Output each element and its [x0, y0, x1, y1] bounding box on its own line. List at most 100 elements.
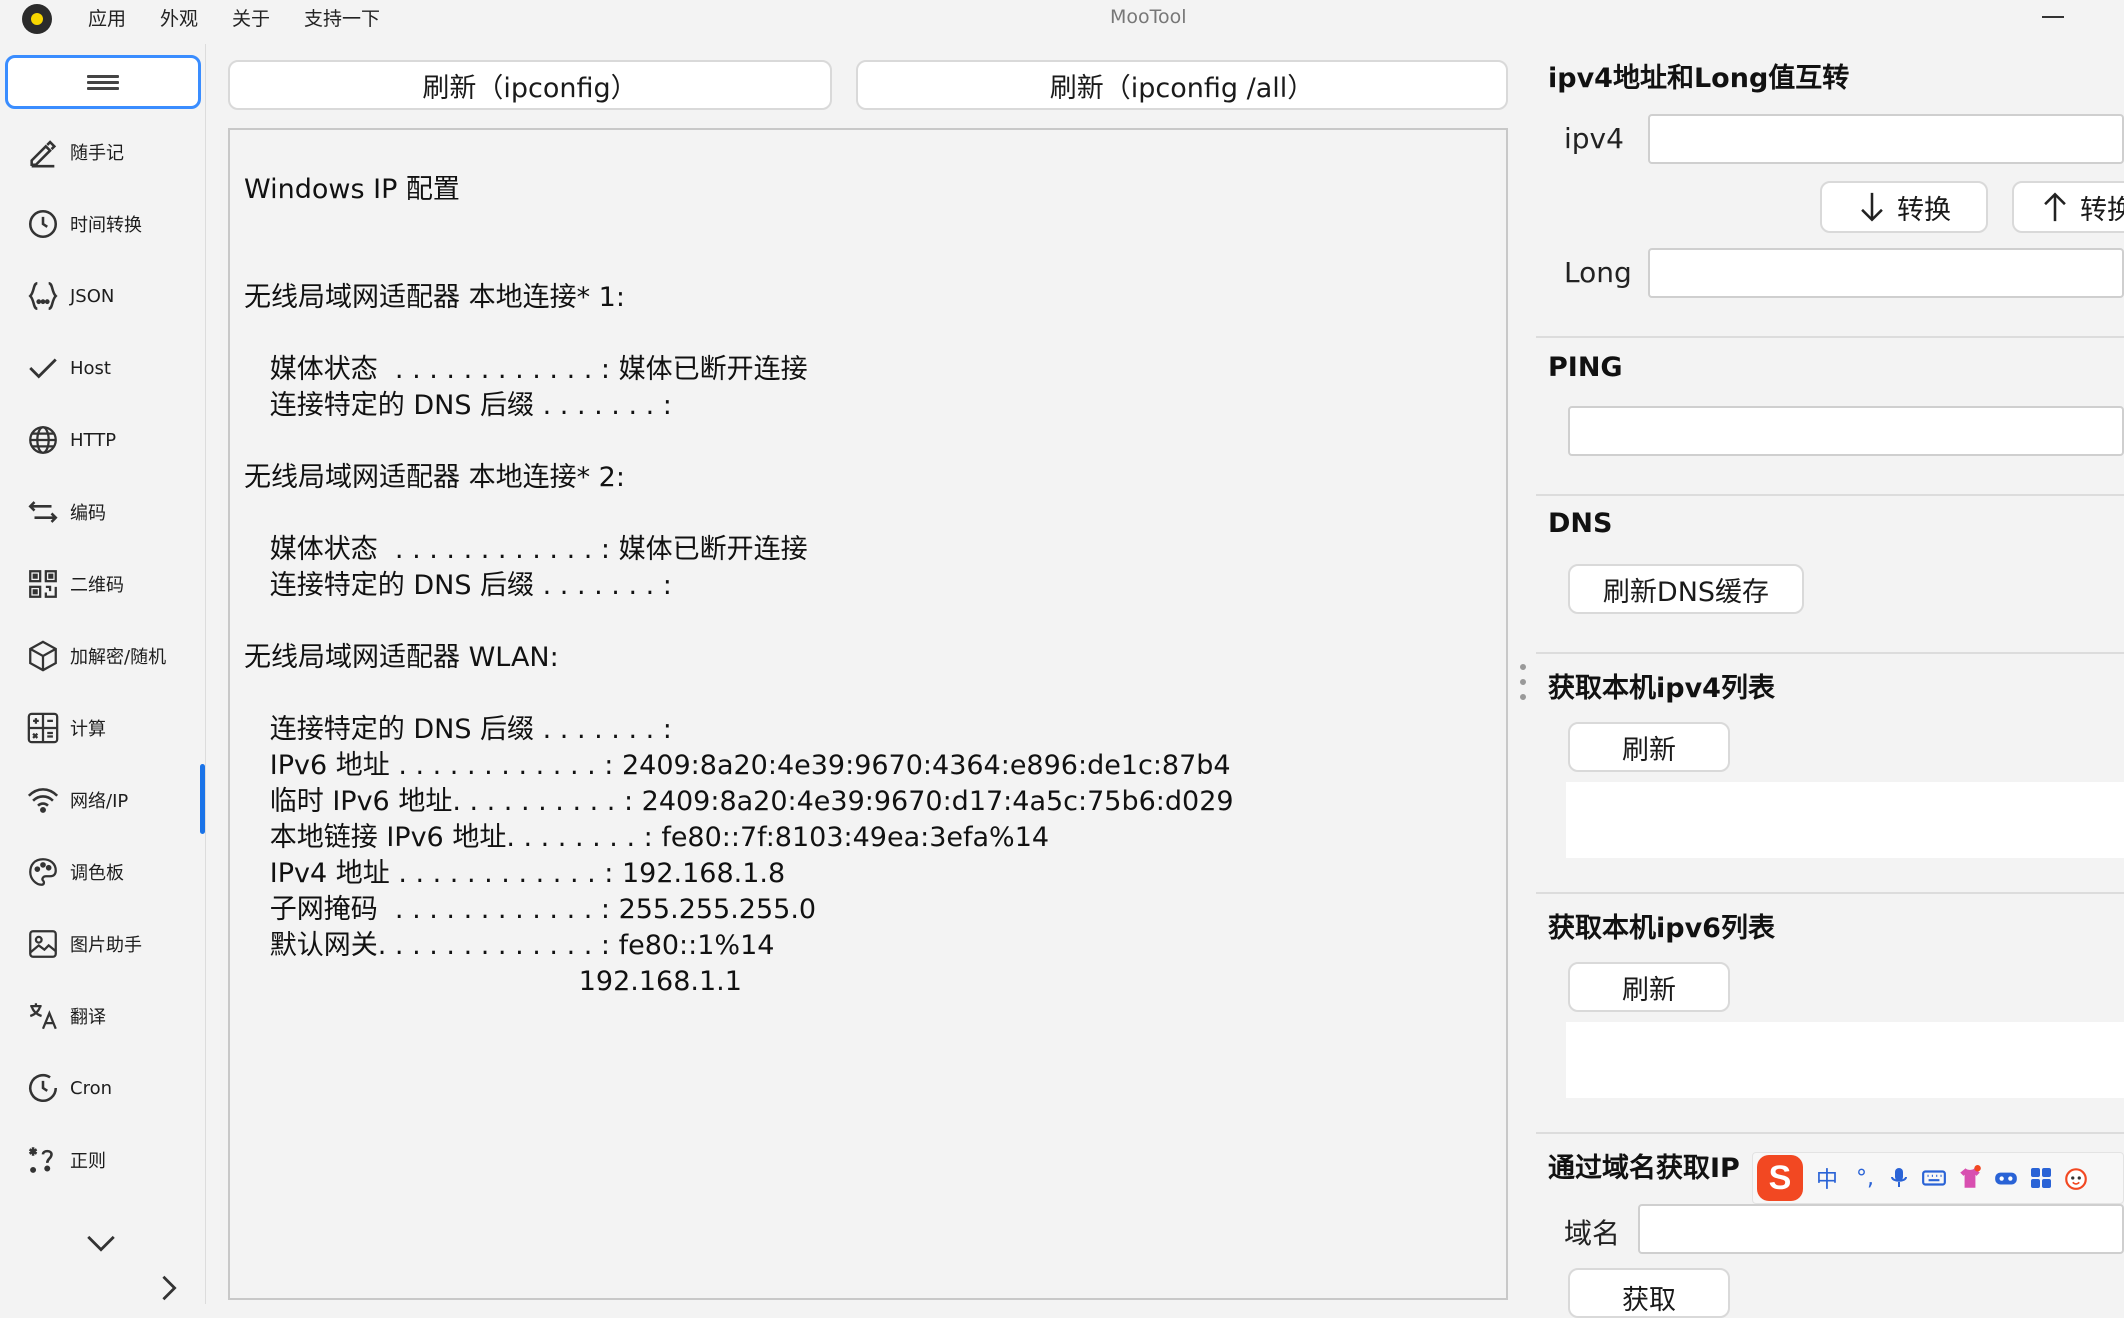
sidebar-item-network-ip[interactable]: 网络/IP: [0, 770, 200, 830]
section-divider: [1536, 494, 2124, 496]
refresh-ipconfig-button[interactable]: 刷新（ipconfig）: [228, 60, 832, 110]
sidebar-item-host[interactable]: Host: [0, 338, 200, 398]
braces-icon: [28, 281, 58, 311]
pencil-icon: [30, 140, 57, 168]
translate-icon: [29, 1003, 57, 1030]
sidebar-item-label: 翻译: [70, 1007, 106, 1028]
panel-splitter-handle[interactable]: [1518, 664, 1528, 700]
ping-input[interactable]: [1568, 406, 2124, 456]
image-icon: [29, 930, 57, 958]
checkmark-icon: [29, 358, 57, 379]
sidebar-item-palette[interactable]: 调色板: [0, 842, 200, 902]
domain-label: 域名: [1564, 1217, 1621, 1250]
active-nav-indicator: [200, 764, 205, 834]
ipv6-list-output[interactable]: [1566, 1022, 2124, 1098]
window-title: MooTool: [1110, 6, 1187, 28]
ipv4-input[interactable]: [1648, 114, 2124, 164]
clock-icon: [28, 209, 58, 239]
sidebar-item-translate[interactable]: 翻译: [0, 986, 200, 1046]
ipv4-list-output[interactable]: [1566, 782, 2124, 858]
chevron-down-icon[interactable]: [84, 1232, 118, 1256]
hamburger-menu-button[interactable]: [5, 55, 201, 109]
ipv4-label: ipv4: [1564, 122, 1624, 155]
sidebar-item-calculator[interactable]: 计算: [0, 698, 200, 758]
sidebar-item-cron[interactable]: Cron: [0, 1058, 200, 1118]
refresh-ipv4-list-button[interactable]: 刷新: [1568, 722, 1730, 772]
ping-title: PING: [1548, 352, 1623, 383]
section-divider: [1536, 1132, 2124, 1134]
wifi-icon: [27, 788, 59, 813]
hamburger-icon: [87, 72, 119, 93]
chevron-right-icon[interactable]: [158, 1274, 180, 1302]
sidebar-item-label: HTTP: [70, 429, 117, 451]
section-divider: [1536, 652, 2124, 654]
sidebar-item-label: 时间转换: [70, 215, 142, 236]
sidebar-item-crypto[interactable]: 加解密/随机: [0, 626, 200, 686]
menu-about[interactable]: 关于: [232, 6, 270, 32]
keyboard-icon[interactable]: [1921, 1165, 1947, 1191]
domain-input[interactable]: [1638, 1204, 2124, 1254]
sogou-logo-icon[interactable]: S: [1757, 1155, 1803, 1201]
ipconfig-output[interactable]: Windows IP 配置 无线局域网适配器 本地连接* 1: 媒体状态 . .…: [228, 128, 1508, 1300]
swap-arrows-icon: [28, 501, 58, 523]
arrow-down-icon: [1861, 192, 1883, 222]
sidebar-item-notes[interactable]: 随手记: [0, 122, 200, 182]
gamepad-icon[interactable]: [1993, 1165, 2019, 1191]
refresh-ipconfig-all-button[interactable]: 刷新（ipconfig /all）: [856, 60, 1508, 110]
minimize-icon[interactable]: [2042, 16, 2064, 18]
app-logo-icon: [22, 4, 52, 34]
convert-up-label: 转换: [2080, 194, 2124, 226]
get-ip-button[interactable]: 获取: [1568, 1268, 1730, 1318]
convert-down-label: 转换: [1897, 194, 1951, 226]
sidebar-item-label: Cron: [70, 1077, 112, 1099]
sidebar-item-label: 网络/IP: [70, 791, 129, 812]
long-label: Long: [1564, 256, 1632, 289]
ipv6-list-title: 获取本机ipv6列表: [1548, 913, 1775, 944]
section-divider: [1536, 892, 2124, 894]
sidebar-item-image-helper[interactable]: 图片助手: [0, 914, 200, 974]
cron-clock-icon: [29, 1074, 58, 1102]
sidebar-item-encoding[interactable]: 编码: [0, 482, 200, 542]
convert-to-long-button[interactable]: 转换: [1820, 181, 1988, 233]
sidebar-item-label: 随手记: [70, 143, 124, 164]
sidebar-item-label: 计算: [70, 719, 106, 740]
sidebar-item-label: 加解密/随机: [70, 647, 167, 668]
sidebar-item-json[interactable]: JSON: [0, 266, 200, 326]
cube-icon: [29, 640, 57, 672]
convert-to-ipv4-button[interactable]: 转换: [2012, 181, 2124, 233]
ime-mode-toggle[interactable]: 中: [1813, 1162, 1841, 1194]
sidebar-item-time-convert[interactable]: 时间转换: [0, 194, 200, 254]
calculator-icon: [27, 712, 59, 744]
globe-icon: [29, 426, 57, 454]
ipconfig-output-text: Windows IP 配置 无线局域网适配器 本地连接* 1: 媒体状态 . .…: [244, 174, 1234, 997]
sidebar-item-label: 调色板: [70, 863, 124, 884]
refresh-ipv6-list-button[interactable]: 刷新: [1568, 962, 1730, 1012]
domain-ip-title: 通过域名获取IP: [1548, 1153, 1740, 1184]
qrcode-icon: [29, 570, 57, 598]
regex-icon: [28, 1147, 53, 1173]
flush-dns-button[interactable]: 刷新DNS缓存: [1568, 564, 1804, 614]
ime-toolbar[interactable]: S 中 °,: [1752, 1152, 2124, 1204]
long-input[interactable]: [1648, 248, 2124, 298]
menu-app[interactable]: 应用: [88, 6, 126, 32]
sidebar-item-label: 正则: [70, 1151, 106, 1172]
sidebar-item-http[interactable]: HTTP: [0, 410, 200, 470]
ime-punctuation-toggle[interactable]: °,: [1851, 1166, 1879, 1191]
sidebar-item-label: 图片助手: [70, 935, 142, 956]
sidebar-item-qrcode[interactable]: 二维码: [0, 554, 200, 614]
sidebar-item-label: 二维码: [70, 575, 124, 596]
sidebar-item-regex[interactable]: 正则: [0, 1130, 200, 1190]
menu-appearance[interactable]: 外观: [160, 6, 198, 32]
sidebar-item-label: Host: [70, 357, 111, 379]
section-divider: [1536, 336, 2124, 338]
mascot-icon[interactable]: [2063, 1165, 2089, 1191]
ipv4-long-title: ipv4地址和Long值互转: [1548, 63, 1850, 94]
skin-shirt-icon[interactable]: [1957, 1165, 1983, 1191]
arrow-up-icon: [2044, 192, 2066, 222]
microphone-icon[interactable]: [1887, 1165, 1911, 1191]
menu-support[interactable]: 支持一下: [304, 6, 380, 32]
sidebar-item-label: JSON: [70, 285, 115, 307]
apps-grid-icon[interactable]: [2029, 1166, 2053, 1190]
dns-title: DNS: [1548, 508, 1613, 539]
palette-icon: [29, 858, 57, 886]
